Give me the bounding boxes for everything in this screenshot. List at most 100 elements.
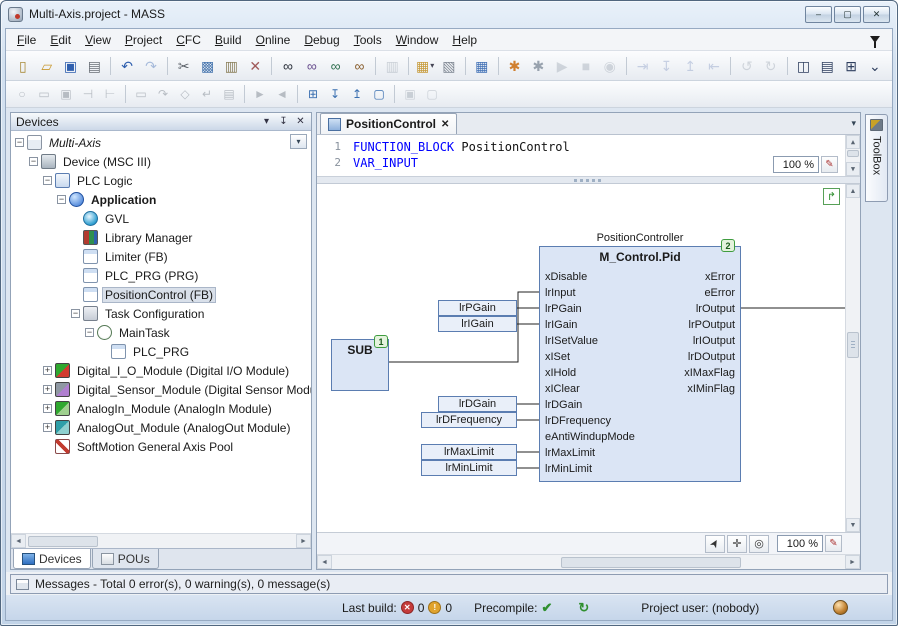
input-source-box[interactable]: lrDFrequency — [421, 412, 517, 428]
single-cycle-button[interactable]: ↻ — [760, 55, 782, 77]
cfc-connection-sink-button[interactable]: ◄ — [272, 84, 292, 104]
more-commands-button[interactable]: ⌄ — [864, 55, 886, 77]
step-into-button[interactable]: ↧ — [656, 55, 678, 77]
print-button[interactable]: ▤ — [83, 55, 105, 77]
tree-item[interactable]: −PLC Logic — [11, 171, 311, 190]
cfc-label-button[interactable]: ◇ — [175, 84, 195, 104]
input-source-box[interactable]: lrDGain — [438, 396, 517, 412]
tree-item[interactable]: PLC_PRG (PRG) — [11, 266, 311, 285]
cfc-ungroup-button[interactable]: ▢ — [422, 84, 442, 104]
cfc-en-eno-button[interactable]: ▭ — [34, 84, 54, 104]
paste-special-button[interactable]: ▥ — [381, 55, 403, 77]
tree-item[interactable]: −MainTask — [11, 323, 311, 342]
cfc-comment-button[interactable]: ▤ — [219, 84, 239, 104]
pid-block[interactable]: M_Control.Pid xDisablelrInputlrPGainlrIG… — [539, 246, 741, 482]
cfc-return-button[interactable]: ↵ — [197, 84, 217, 104]
menu-item-debug[interactable]: Debug — [297, 31, 346, 49]
cfc-set-reset-button[interactable]: ▣ — [56, 84, 76, 104]
editor-splitter[interactable] — [317, 177, 860, 184]
add-object-button[interactable]: ▧ — [438, 55, 460, 77]
window-list-button[interactable]: ▤ — [816, 55, 838, 77]
vscroll-thumb[interactable] — [847, 150, 859, 157]
tree-item[interactable]: −Multi-Axis — [11, 133, 311, 152]
cfc-order-display-button[interactable]: ▢ — [369, 84, 389, 104]
tree-item[interactable]: +Digital_I_O_Module (Digital I/O Module) — [11, 361, 311, 380]
input-source-box[interactable]: lrPGain — [438, 300, 517, 316]
new-object-button[interactable]: ▦▾ — [414, 55, 436, 77]
select-tool-button[interactable]: ➤ — [705, 535, 725, 553]
open-project-button[interactable]: ▱ — [36, 55, 58, 77]
toolbox-tab[interactable]: ToolBox — [865, 114, 888, 202]
scroll-right-icon[interactable]: ► — [845, 555, 860, 569]
tab-list-dropdown-icon[interactable]: ▾ — [851, 118, 856, 129]
expander-icon[interactable]: − — [85, 328, 94, 337]
hscroll-thumb[interactable] — [561, 557, 740, 568]
step-out-button[interactable]: ↥ — [679, 55, 701, 77]
tree-root-dropdown[interactable]: ▾ — [290, 134, 307, 149]
cut-button[interactable]: ✂ — [173, 55, 195, 77]
tree-item[interactable]: +AnalogOut_Module (AnalogOut Module) — [11, 418, 311, 437]
devices-hscrollbar[interactable]: ◄ ► — [11, 533, 311, 548]
stop-button[interactable]: ■ — [575, 55, 597, 77]
input-source-box[interactable]: lrIGain — [438, 316, 517, 332]
cfc-move-up-button[interactable]: ↥ — [347, 84, 367, 104]
titlebar[interactable]: Multi-Axis.project - MASS –▢✕ — [1, 1, 897, 27]
cfc-input-pin-button[interactable]: ⊣ — [78, 84, 98, 104]
filter-icon[interactable] — [870, 36, 880, 43]
expander-icon[interactable]: − — [57, 195, 66, 204]
cfc-connection-source-button[interactable]: ► — [250, 84, 270, 104]
messages-bar[interactable]: Messages - Total 0 error(s), 0 warning(s… — [10, 574, 888, 594]
close-tab-icon[interactable]: ✕ — [441, 119, 449, 130]
cfc-move-down-button[interactable]: ↧ — [325, 84, 345, 104]
scroll-left-icon[interactable]: ◄ — [317, 555, 332, 569]
tree-item[interactable]: +AnalogIn_Module (AnalogIn Module) — [11, 399, 311, 418]
tree-item[interactable]: +Digital_Sensor_Module (Digital Sensor M… — [11, 380, 311, 399]
save-project-button[interactable]: ▣ — [60, 55, 82, 77]
breakpoint-button[interactable]: ◉ — [599, 55, 621, 77]
input-source-box[interactable]: lrMaxLimit — [421, 444, 517, 460]
canvas-zoom-value[interactable]: 100 % — [777, 535, 823, 552]
undo-button[interactable]: ↶ — [116, 55, 138, 77]
zoom-edit-icon[interactable]: ✎ — [825, 535, 842, 552]
cfc-group-button[interactable]: ▣ — [400, 84, 420, 104]
new-project-button[interactable]: ▯ — [12, 55, 34, 77]
declaration-editor[interactable]: 1FUNCTION_BLOCK PositionControl2VAR_INPU… — [317, 135, 860, 177]
cfc-box-button[interactable]: ▭ — [131, 84, 151, 104]
step-over-button[interactable]: ⇥ — [632, 55, 654, 77]
editor-hscrollbar[interactable]: ◄ ► — [317, 554, 860, 569]
scroll-down-icon[interactable]: ▼ — [846, 162, 860, 176]
expander-icon[interactable]: − — [29, 157, 38, 166]
menu-item-file[interactable]: File — [10, 31, 43, 49]
zoom-edit-icon[interactable]: ✎ — [821, 156, 838, 173]
scroll-down-icon[interactable]: ▼ — [846, 518, 860, 532]
panel-tab-devices[interactable]: Devices — [13, 549, 91, 569]
find-replace-button[interactable]: ∞ — [301, 55, 323, 77]
window-split-button[interactable]: ◫ — [793, 55, 815, 77]
run-to-cursor-button[interactable]: ⇤ — [703, 55, 725, 77]
cfc-output-pin-button[interactable]: ⊢ — [100, 84, 120, 104]
delete-button[interactable]: ✕ — [244, 55, 266, 77]
find-all-button[interactable]: ∞ — [349, 55, 371, 77]
scroll-left-icon[interactable]: ◄ — [11, 534, 26, 548]
redo-button[interactable]: ↷ — [140, 55, 162, 77]
menu-item-cfc[interactable]: CFC — [169, 31, 208, 49]
menu-item-edit[interactable]: Edit — [43, 31, 78, 49]
scroll-right-icon[interactable]: ► — [296, 534, 311, 548]
expander-icon[interactable]: − — [71, 309, 80, 318]
menu-item-help[interactable]: Help — [445, 31, 484, 49]
code-vscrollbar[interactable]: ▲ ▼ — [845, 135, 860, 176]
devices-panel-header[interactable]: Devices ▾ ↧ ✕ — [11, 113, 311, 131]
tree-item[interactable]: −Application — [11, 190, 311, 209]
find-button[interactable]: ∞ — [277, 55, 299, 77]
tree-item[interactable]: GVL — [11, 209, 311, 228]
zoom-tool-button[interactable]: ◎ — [749, 535, 769, 553]
maximize-button[interactable]: ▢ — [834, 6, 861, 23]
tree-item[interactable]: Library Manager — [11, 228, 311, 247]
tree-item[interactable]: SoftMotion General Axis Pool — [11, 437, 311, 456]
menu-item-tools[interactable]: Tools — [347, 31, 389, 49]
login-button[interactable]: ✱ — [504, 55, 526, 77]
reset-warm-button[interactable]: ↺ — [736, 55, 758, 77]
expander-icon[interactable]: + — [43, 385, 52, 394]
paste-button[interactable]: ▥ — [221, 55, 243, 77]
hscroll-thumb[interactable] — [28, 536, 98, 547]
